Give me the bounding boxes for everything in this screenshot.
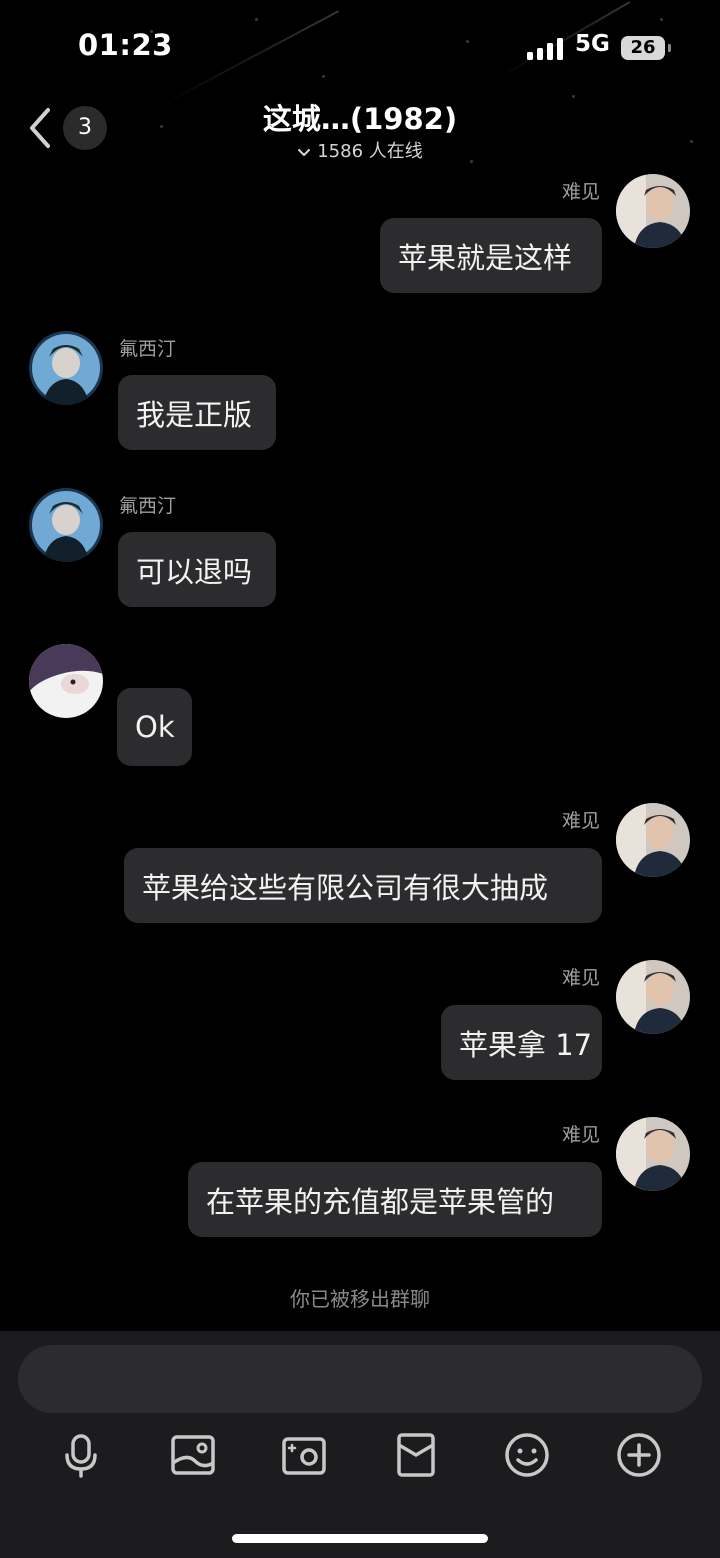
input-panel <box>0 1331 720 1558</box>
sender-name: 难见 <box>561 181 600 203</box>
avatar[interactable] <box>616 960 690 1034</box>
avatar[interactable] <box>616 174 690 248</box>
home-indicator[interactable] <box>232 1534 488 1543</box>
chevron-down-icon <box>297 142 311 163</box>
avatar[interactable] <box>616 803 690 877</box>
network-type: 5G <box>575 31 610 57</box>
message-input[interactable] <box>18 1345 702 1413</box>
red-packet-icon[interactable] <box>392 1431 440 1479</box>
message-bubble[interactable]: 我是正版 <box>118 375 276 450</box>
image-icon[interactable] <box>169 1431 217 1479</box>
group-title[interactable]: 这城…(1982) <box>0 96 720 138</box>
message-bubble[interactable]: 苹果就是这样 <box>380 218 602 293</box>
avatar[interactable] <box>29 331 103 405</box>
sender-name: 氟西汀 <box>119 495 177 517</box>
emoji-icon[interactable] <box>503 1431 551 1479</box>
message-bubble[interactable]: 苹果拿 17 <box>441 1005 602 1080</box>
status-time: 01:23 <box>78 28 173 62</box>
battery-tip <box>668 44 671 52</box>
message-bubble[interactable]: 可以退吗 <box>118 532 276 607</box>
microphone-icon[interactable] <box>57 1431 105 1479</box>
sender-name: 难见 <box>561 1124 600 1146</box>
camera-icon[interactable] <box>280 1431 328 1479</box>
online-count-label: 1586 人在线 <box>317 141 423 162</box>
message-bubble[interactable]: 在苹果的充值都是苹果管的 <box>188 1162 602 1237</box>
battery-icon: 26 <box>621 36 665 60</box>
sender-name: 氟西汀 <box>119 338 177 360</box>
sender-name: 难见 <box>561 810 600 832</box>
cellular-signal-icon <box>527 38 567 60</box>
avatar[interactable] <box>29 488 103 562</box>
system-notice: 你已被移出群聊 <box>290 1287 430 1311</box>
message-bubble[interactable]: Ok <box>117 688 192 766</box>
online-count[interactable]: 1586 人在线 <box>0 137 720 163</box>
avatar[interactable] <box>29 644 103 718</box>
chat-screen: 01:23 5G 26 3 这城…(1982) 1586 人在线 难见 苹果就是… <box>0 0 720 1558</box>
message-bubble[interactable]: 苹果给这些有限公司有很大抽成 <box>124 848 602 923</box>
sender-name: 难见 <box>561 967 600 989</box>
avatar[interactable] <box>616 1117 690 1191</box>
plus-icon[interactable] <box>615 1431 663 1479</box>
